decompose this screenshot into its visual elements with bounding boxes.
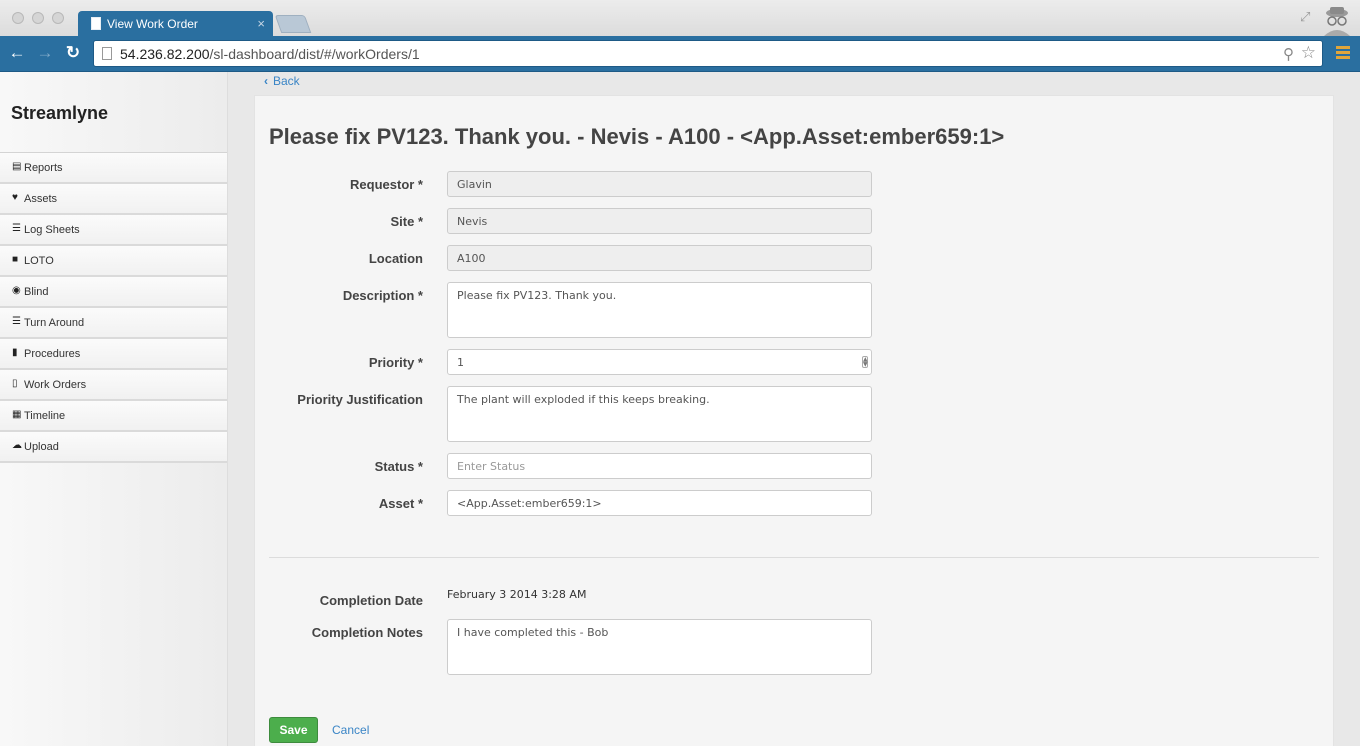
sidebar-item-label: Assets — [24, 193, 58, 205]
sidebar-item-label: Work Orders — [24, 379, 87, 391]
browser-titlebar: View Work Order × ⤢ — [0, 0, 1360, 37]
sidebar-item-label: Timeline — [24, 410, 66, 422]
fullscreen-icon[interactable]: ⤢ — [1300, 10, 1314, 24]
window-minimize-button[interactable] — [32, 12, 44, 24]
priority-label: Priority * — [368, 355, 423, 370]
sidebar-item-assets[interactable]: ♥ Assets — [0, 184, 227, 215]
completion-notes-textarea[interactable]: I have completed this - Bob — [447, 619, 872, 675]
status-input[interactable]: Enter Status — [447, 453, 872, 479]
back-label: Back — [273, 74, 300, 88]
location-field[interactable]: A100 — [447, 245, 872, 271]
url-text: 54.236.82.200/sl-dashboard/dist/#/workOr… — [120, 46, 420, 62]
cloud-upload-icon: ☁ — [12, 440, 22, 451]
sidebar-item-turn-around[interactable]: ☰ Turn Around — [0, 308, 227, 339]
brand-title: Streamlyne — [11, 103, 109, 123]
sidebar-item-label: Upload — [24, 441, 59, 453]
asset-label: Asset * — [378, 496, 423, 511]
priority-justification-textarea[interactable]: The plant will exploded if this keeps br… — [447, 386, 872, 442]
sidebar-item-loto[interactable]: ■ LOTO — [0, 246, 227, 277]
heart-icon: ♥ — [12, 192, 18, 203]
save-button[interactable]: Save — [269, 717, 318, 743]
document-icon — [91, 17, 101, 30]
eye-slash-icon: ◉ — [12, 285, 21, 296]
sidebar-item-procedures[interactable]: ▮ Procedures — [0, 339, 227, 370]
sidebar-item-timeline[interactable]: ▦ Timeline — [0, 401, 227, 432]
sidebar-item-label: LOTO — [24, 255, 54, 267]
browser-toolbar: ← → ↻ 54.236.82.200/sl-dashboard/dist/#/… — [0, 36, 1360, 72]
page-icon — [102, 47, 112, 60]
window-close-button[interactable] — [12, 12, 24, 24]
file-icon: ▯ — [12, 378, 18, 389]
priority-value: 1 — [457, 356, 464, 369]
tasks-icon: ☰ — [12, 316, 21, 327]
sidebar-nav: ▤ Reports ♥ Assets ☰ Log Sheets ■ LOTO ◉… — [0, 153, 227, 463]
new-tab-button[interactable] — [274, 15, 312, 33]
status-label: Status * — [374, 459, 423, 474]
back-arrow-icon[interactable]: ← — [7, 43, 27, 63]
lock-icon: ■ — [12, 254, 19, 265]
url-host: 54.236.82.200 — [120, 46, 210, 62]
back-link[interactable]: ‹ Back — [264, 74, 300, 88]
list-icon: ☰ — [12, 223, 21, 234]
page-title: Please fix PV123. Thank you. - Nevis - A… — [269, 124, 1005, 149]
description-textarea[interactable]: Please fix PV123. Thank you. — [447, 282, 872, 338]
chevron-left-icon: ‹ — [264, 74, 268, 88]
reload-icon[interactable]: ↻ — [63, 43, 83, 63]
completion-notes-label: Completion Notes — [311, 625, 423, 640]
completion-date-value: February 3 2014 3:28 AM — [447, 588, 587, 601]
sidebar-item-label: Blind — [24, 286, 49, 298]
book-icon: ▮ — [12, 347, 18, 358]
sidebar: Streamlyne ▤ Reports ♥ Assets ☰ Log Shee… — [0, 72, 228, 746]
requestor-label: Requestor * — [350, 177, 423, 192]
sidebar-item-label: Procedures — [24, 348, 81, 360]
completion-date-label: Completion Date — [319, 593, 423, 608]
url-path: /sl-dashboard/dist/#/workOrders/1 — [209, 46, 420, 62]
sidebar-item-work-orders[interactable]: ▯ Work Orders — [0, 370, 227, 401]
description-label: Description * — [342, 288, 423, 303]
bookmark-star-icon[interactable]: ☆ — [1301, 43, 1316, 63]
priority-justification-label: Priority Justification — [297, 392, 423, 407]
sidebar-item-upload[interactable]: ☁ Upload — [0, 432, 227, 463]
location-label: Location — [368, 251, 423, 266]
site-field[interactable]: Nevis — [447, 208, 872, 234]
requestor-field[interactable]: Glavin — [447, 171, 872, 197]
site-label: Site * — [390, 214, 423, 229]
window-zoom-button[interactable] — [52, 12, 64, 24]
tab-close-icon[interactable]: × — [257, 16, 265, 31]
asset-input[interactable]: <App.Asset:ember659:1> — [447, 490, 872, 516]
forward-arrow-icon[interactable]: → — [35, 43, 55, 63]
report-icon: ▤ — [12, 161, 22, 172]
sidebar-item-blind[interactable]: ◉ Blind — [0, 277, 227, 308]
sidebar-item-log-sheets[interactable]: ☰ Log Sheets — [0, 215, 227, 246]
priority-stepper[interactable]: 1 ▲ ▼ — [447, 349, 872, 375]
section-divider — [269, 557, 1319, 558]
sidebar-item-reports[interactable]: ▤ Reports — [0, 153, 227, 184]
cancel-link[interactable]: Cancel — [332, 723, 369, 737]
incognito-icon — [1324, 7, 1350, 36]
zoom-icon[interactable]: ⚲ — [1283, 45, 1294, 63]
spinner-arrows-icon[interactable]: ▲ ▼ — [862, 356, 868, 368]
sidebar-item-label: Turn Around — [24, 317, 85, 329]
sidebar-item-label: Log Sheets — [24, 224, 80, 236]
address-bar[interactable]: 54.236.82.200/sl-dashboard/dist/#/workOr… — [93, 40, 1323, 67]
browser-tab-active[interactable]: View Work Order × — [78, 11, 273, 37]
browser-menu-icon[interactable] — [1336, 46, 1350, 60]
tab-title: View Work Order — [107, 17, 198, 31]
calendar-icon: ▦ — [12, 409, 22, 420]
sidebar-item-label: Reports — [24, 162, 63, 174]
